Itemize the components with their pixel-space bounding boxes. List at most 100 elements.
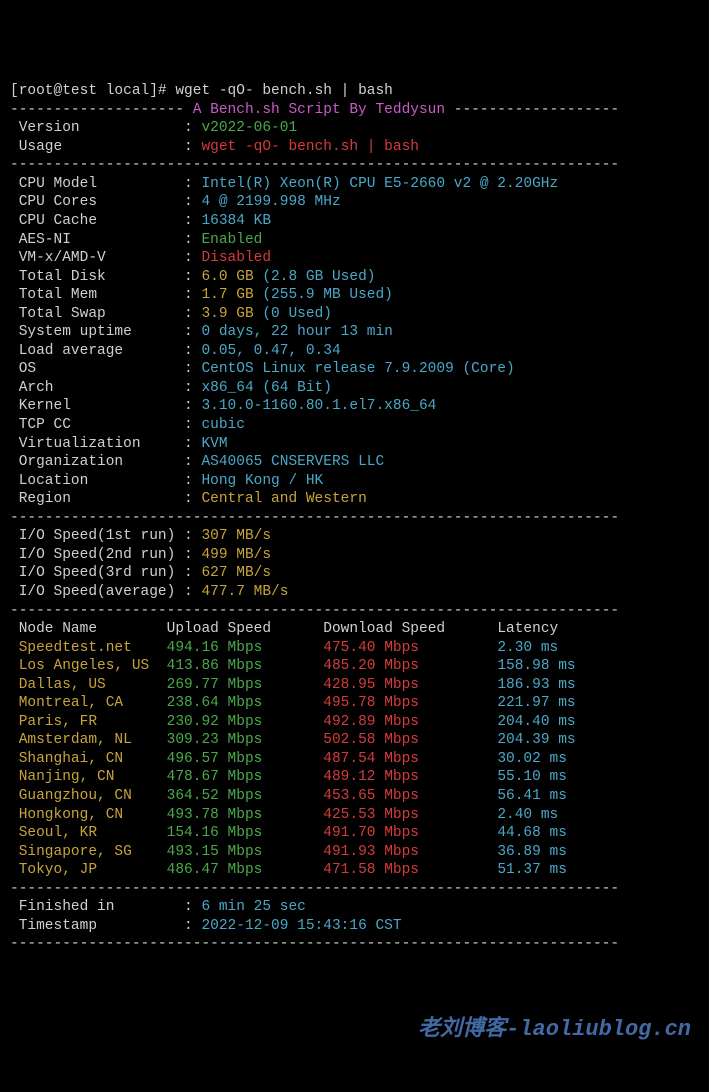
finished-value: 6 min 25 sec bbox=[201, 899, 305, 915]
finished-label: Finished in : bbox=[10, 899, 201, 915]
virt-value: KVM bbox=[201, 436, 227, 452]
speed-download: 485.20 Mbps bbox=[323, 658, 497, 674]
org-label: Organization : bbox=[10, 454, 201, 470]
disk-used: (2.8 GB Used) bbox=[254, 269, 376, 285]
speed-node: Seoul, KR bbox=[10, 825, 167, 841]
speed-latency: 51.37 ms bbox=[497, 862, 601, 878]
cpu-model-value: Intel(R) Xeon(R) CPU E5-2660 v2 @ 2.20GH… bbox=[201, 176, 558, 192]
hr: ----------------------------------------… bbox=[10, 510, 619, 526]
col-download: Download Speed bbox=[323, 621, 497, 637]
speed-download: 489.12 Mbps bbox=[323, 769, 497, 785]
ioavg-value: 477.7 MB/s bbox=[201, 584, 288, 600]
io2-label: I/O Speed(2nd run) : bbox=[10, 547, 201, 563]
speed-upload: 269.77 Mbps bbox=[167, 677, 324, 693]
speed-latency: 158.98 ms bbox=[497, 658, 601, 674]
col-node: Node Name bbox=[10, 621, 167, 637]
ts-value: 2022-12-09 15:43:16 CST bbox=[201, 918, 401, 934]
speed-download: 487.54 Mbps bbox=[323, 751, 497, 767]
speed-node: Speedtest.net bbox=[10, 640, 167, 656]
header-dashes-left: -------------------- bbox=[10, 102, 193, 118]
aesni-label: AES-NI : bbox=[10, 232, 201, 248]
hr: ----------------------------------------… bbox=[10, 603, 619, 619]
col-upload: Upload Speed bbox=[167, 621, 324, 637]
swap-label: Total Swap : bbox=[10, 306, 201, 322]
io3-label: I/O Speed(3rd run) : bbox=[10, 565, 201, 581]
speed-download: 428.95 Mbps bbox=[323, 677, 497, 693]
speed-upload: 494.16 Mbps bbox=[167, 640, 324, 656]
speed-latency: 36.89 ms bbox=[497, 844, 601, 860]
speed-upload: 413.86 Mbps bbox=[167, 658, 324, 674]
io3-value: 627 MB/s bbox=[201, 565, 271, 581]
loc-label: Location : bbox=[10, 473, 201, 489]
header-dashes-right: ------------------- bbox=[445, 102, 619, 118]
region-label: Region : bbox=[10, 491, 201, 507]
loc-value: Hong Kong / HK bbox=[201, 473, 323, 489]
speed-upload: 493.78 Mbps bbox=[167, 807, 324, 823]
speed-node: Nanjing, CN bbox=[10, 769, 167, 785]
speed-node: Montreal, CA bbox=[10, 695, 167, 711]
virt-label: Virtualization : bbox=[10, 436, 201, 452]
speed-download: 491.93 Mbps bbox=[323, 844, 497, 860]
speed-download: 475.40 Mbps bbox=[323, 640, 497, 656]
terminal-output: [root@test local]# wget -qO- bench.sh | … bbox=[10, 82, 699, 954]
speed-upload: 309.23 Mbps bbox=[167, 732, 324, 748]
speed-node: Dallas, US bbox=[10, 677, 167, 693]
io1-value: 307 MB/s bbox=[201, 528, 271, 544]
speed-download: 492.89 Mbps bbox=[323, 714, 497, 730]
region-value: Central and Western bbox=[201, 491, 366, 507]
vmx-label: VM-x/AMD-V : bbox=[10, 250, 201, 266]
mem-used: (255.9 MB Used) bbox=[254, 287, 393, 303]
ioavg-label: I/O Speed(average) : bbox=[10, 584, 201, 600]
os-label: OS : bbox=[10, 361, 201, 377]
speed-download: 502.58 Mbps bbox=[323, 732, 497, 748]
speed-upload: 486.47 Mbps bbox=[167, 862, 324, 878]
speed-node: Paris, FR bbox=[10, 714, 167, 730]
kernel-value: 3.10.0-1160.80.1.el7.x86_64 bbox=[201, 398, 436, 414]
speed-node: Shanghai, CN bbox=[10, 751, 167, 767]
speed-download: 491.70 Mbps bbox=[323, 825, 497, 841]
swap-value: 3.9 GB bbox=[201, 306, 253, 322]
prompt-line: [root@test local]# wget -qO- bench.sh | … bbox=[10, 83, 393, 99]
ts-label: Timestamp : bbox=[10, 918, 201, 934]
disk-value: 6.0 GB bbox=[201, 269, 253, 285]
cpu-cache-label: CPU Cache : bbox=[10, 213, 201, 229]
uptime-value: 0 days, 22 hour 13 min bbox=[201, 324, 392, 340]
speed-download: 495.78 Mbps bbox=[323, 695, 497, 711]
speed-upload: 238.64 Mbps bbox=[167, 695, 324, 711]
speed-upload: 496.57 Mbps bbox=[167, 751, 324, 767]
speed-download: 453.65 Mbps bbox=[323, 788, 497, 804]
prompt-user-host: [root@test local]# bbox=[10, 83, 167, 99]
speed-latency: 204.40 ms bbox=[497, 714, 601, 730]
uptime-label: System uptime : bbox=[10, 324, 201, 340]
cpu-cores-label: CPU Cores : bbox=[10, 194, 201, 210]
speed-latency: 55.10 ms bbox=[497, 769, 601, 785]
speed-download: 425.53 Mbps bbox=[323, 807, 497, 823]
cpu-model-label: CPU Model : bbox=[10, 176, 201, 192]
usage-label: Usage : bbox=[10, 139, 201, 155]
tcp-value: cubic bbox=[201, 417, 245, 433]
cpu-cache-value: 16384 KB bbox=[201, 213, 271, 229]
speed-node: Singapore, SG bbox=[10, 844, 167, 860]
mem-value: 1.7 GB bbox=[201, 287, 253, 303]
speed-upload: 493.15 Mbps bbox=[167, 844, 324, 860]
speed-latency: 204.39 ms bbox=[497, 732, 601, 748]
load-value: 0.05, 0.47, 0.34 bbox=[201, 343, 340, 359]
speed-latency: 221.97 ms bbox=[497, 695, 601, 711]
speed-node: Tokyo, JP bbox=[10, 862, 167, 878]
hr: ----------------------------------------… bbox=[10, 157, 619, 173]
speed-node: Amsterdam, NL bbox=[10, 732, 167, 748]
kernel-label: Kernel : bbox=[10, 398, 201, 414]
speed-latency: 186.93 ms bbox=[497, 677, 601, 693]
version-value: v2022-06-01 bbox=[201, 120, 297, 136]
usage-value: wget -qO- bench.sh | bash bbox=[201, 139, 419, 155]
load-label: Load average : bbox=[10, 343, 201, 359]
vmx-value: Disabled bbox=[201, 250, 271, 266]
prompt-command: wget -qO- bench.sh | bash bbox=[175, 83, 393, 99]
speed-latency: 56.41 ms bbox=[497, 788, 601, 804]
speed-node: Hongkong, CN bbox=[10, 807, 167, 823]
speed-rows: Speedtest.net 494.16 Mbps 475.40 Mbps 2.… bbox=[10, 640, 602, 879]
tcp-label: TCP CC : bbox=[10, 417, 201, 433]
speed-upload: 364.52 Mbps bbox=[167, 788, 324, 804]
disk-label: Total Disk : bbox=[10, 269, 201, 285]
hr: ----------------------------------------… bbox=[10, 881, 619, 897]
